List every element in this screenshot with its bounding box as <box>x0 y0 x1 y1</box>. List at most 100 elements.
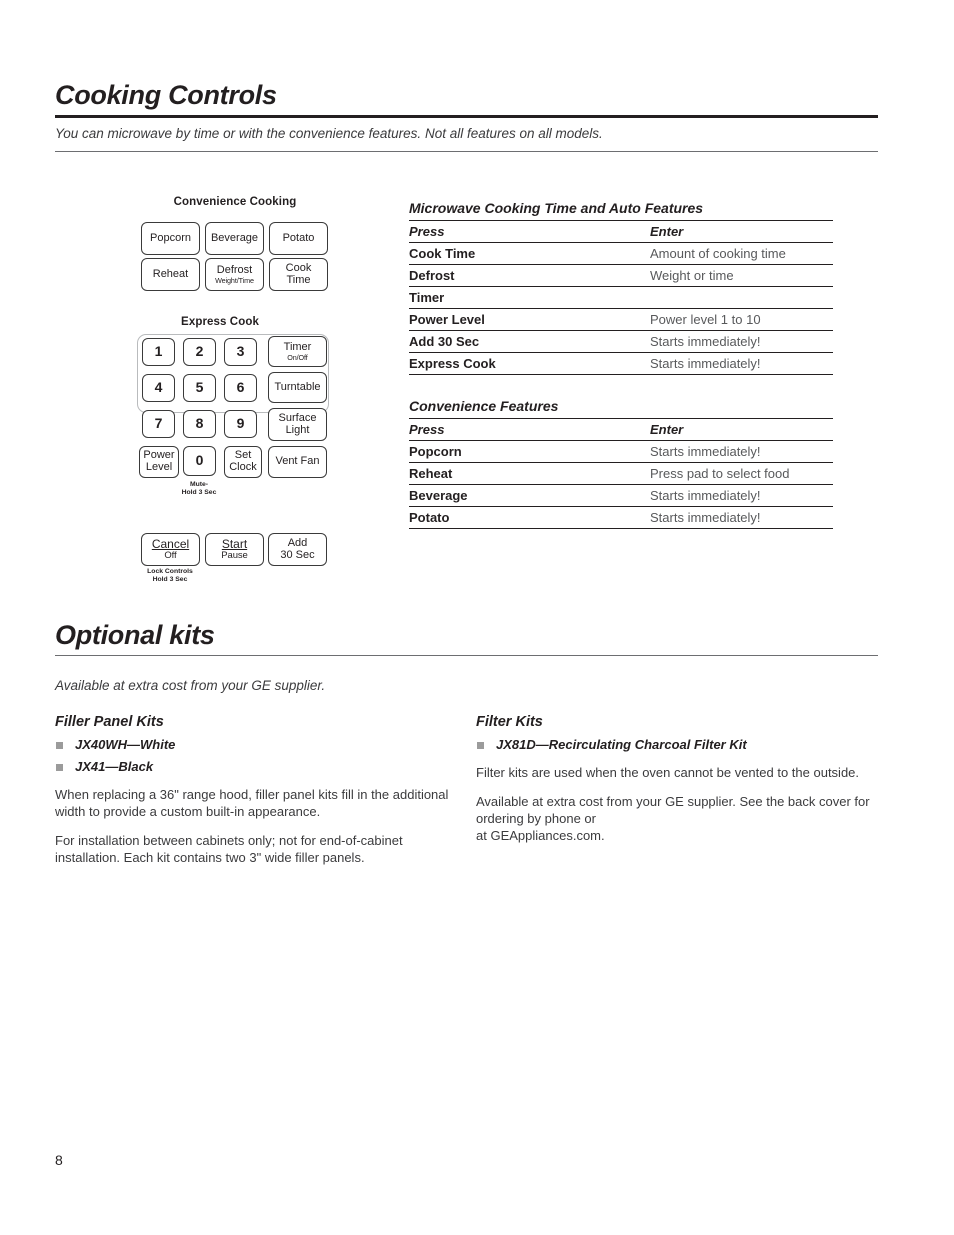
keypad-button-potato[interactable]: Potato <box>269 222 328 255</box>
keypad-key-8[interactable]: 8 <box>183 410 216 438</box>
table-cell-press: Potato <box>409 506 650 529</box>
keypad-button-timer[interactable]: Timer On/Off <box>268 336 327 367</box>
table-row: Cook Time Amount of cooking time <box>409 242 833 265</box>
keypad-button-turntable[interactable]: Turntable <box>268 372 327 403</box>
control-panel-diagram: Convenience Cooking Popcorn Beverage Pot… <box>120 196 350 586</box>
page-number: 8 <box>55 1152 63 1168</box>
express-cook-label: Express Cook <box>181 316 259 328</box>
keypad-button-beverage[interactable]: Beverage <box>205 222 264 255</box>
mute-hold-note: Mute- Hold 3 Sec <box>168 481 230 498</box>
keypad-button-reheat[interactable]: Reheat <box>141 258 200 291</box>
table-cell-enter: Starts immediately! <box>650 440 833 463</box>
lock-controls-note-line1: Lock Controls <box>147 568 193 575</box>
keypad-key-0[interactable]: 0 <box>183 446 216 476</box>
table-cell-enter: Starts immediately! <box>650 506 833 529</box>
manual-page: Cooking Controls You can microwave by ti… <box>0 0 954 1235</box>
keypad-button-defrost[interactable]: Defrost Weight/Time <box>205 258 264 291</box>
list-item-label: JX40WH—White <box>75 737 176 752</box>
page-title-optional-kits: Optional kits <box>55 620 215 650</box>
table-header-row: Press Enter <box>409 220 833 243</box>
table-row: Beverage Starts immediately! <box>409 484 833 507</box>
keypad-button-cancel-off[interactable]: Cancel Off <box>141 533 200 566</box>
mute-hold-note-line1: Mute- <box>189 481 209 488</box>
microwave-features-table-title: Microwave Cooking Time and Auto Features <box>409 200 704 216</box>
keypad-key-6[interactable]: 6 <box>224 374 257 402</box>
subtitle-rule-thin <box>55 151 878 152</box>
keypad-button-cancel-label: Cancel <box>151 536 190 551</box>
keypad-button-vent-fan[interactable]: Vent Fan <box>268 446 327 478</box>
lock-controls-note-line2: Hold 3 Sec <box>152 576 188 584</box>
table-cell-enter: Starts immediately! <box>650 484 833 507</box>
table-cell-enter: Press pad to select food <box>650 462 833 485</box>
keypad-key-6-label: 6 <box>236 379 245 396</box>
keypad-button-surface-light[interactable]: Surface Light <box>268 408 327 441</box>
table-cell-press: Express Cook <box>409 352 650 375</box>
square-bullet-icon <box>477 742 484 749</box>
keypad-button-reheat-label: Reheat <box>152 267 189 280</box>
keypad-button-add-30-sec-label: Add <box>287 536 308 549</box>
table-row: Defrost Weight or time <box>409 264 833 287</box>
table-cell-enter: Amount of cooking time <box>650 242 833 265</box>
filler-panel-paragraph-2: For installation between cabinets only; … <box>55 833 403 866</box>
keypad-button-defrost-label: Defrost <box>216 263 253 276</box>
table-header-enter: Enter <box>650 418 833 441</box>
square-bullet-icon <box>56 764 63 771</box>
table-header-press: Press <box>409 220 650 243</box>
filler-panel-kits-column: Filler Panel Kits JX40WH—White JX41—Blac… <box>55 700 455 867</box>
table-header-row: Press Enter <box>409 418 833 441</box>
keypad-key-2[interactable]: 2 <box>183 338 216 366</box>
microwave-features-table: Press Enter Cook Time Amount of cooking … <box>409 220 833 375</box>
keypad-button-cook-time[interactable]: Cook Time <box>269 258 328 291</box>
keypad-button-start-pause[interactable]: Start Pause <box>205 533 264 566</box>
cooking-controls-section-header: Cooking Controls You can microwave by ti… <box>55 82 878 152</box>
keypad-key-7[interactable]: 7 <box>142 410 175 438</box>
list-item-label: JX41—Black <box>75 759 154 774</box>
keypad-key-9[interactable]: 9 <box>224 410 257 438</box>
keypad-button-beverage-label: Beverage <box>210 231 259 244</box>
keypad-key-1[interactable]: 1 <box>142 338 175 366</box>
keypad-button-cook-time-sublabel: Time <box>286 273 311 286</box>
keypad-button-surface-light-sublabel: Light <box>285 423 310 436</box>
microwave-features-table-wrapper: Microwave Cooking Time and Auto Features… <box>409 200 833 375</box>
keypad-button-add-30-sec[interactable]: Add 30 Sec <box>268 533 327 566</box>
keypad-button-set-clock-sublabel: Clock <box>229 461 257 473</box>
table-row: Timer <box>409 286 833 309</box>
keypad-button-power-level[interactable]: Power Level <box>139 446 179 478</box>
table-cell-press: Defrost <box>409 264 650 287</box>
page-title-cooking-controls: Cooking Controls <box>55 80 277 110</box>
table-row: Add 30 Sec Starts immediately! <box>409 330 833 353</box>
table-cell-press: Power Level <box>409 308 650 331</box>
keypad-key-3-label: 3 <box>236 343 245 360</box>
keypad-button-popcorn[interactable]: Popcorn <box>141 222 200 255</box>
keypad-key-3[interactable]: 3 <box>224 338 257 366</box>
table-cell-press: Reheat <box>409 462 650 485</box>
table-cell-enter: Power level 1 to 10 <box>650 308 833 331</box>
table-header-enter: Enter <box>650 220 833 243</box>
keypad-button-timer-sublabel: On/Off <box>287 352 308 362</box>
table-cell-press: Add 30 Sec <box>409 330 650 353</box>
keypad-key-7-label: 7 <box>154 415 163 432</box>
filter-kits-paragraph-2: Available at extra cost from your GE sup… <box>476 794 870 844</box>
filter-kits-paragraph-1: Filter kits are used when the oven canno… <box>476 765 860 780</box>
table-cell-press: Popcorn <box>409 440 650 463</box>
keypad-key-5[interactable]: 5 <box>183 374 216 402</box>
lock-controls-note: Lock Controls Hold 3 Sec <box>130 568 210 585</box>
keypad-button-start-sublabel: Pause <box>221 549 248 561</box>
list-item: JX81D—Recirculating Charcoal Filter Kit <box>476 737 881 752</box>
filter-kits-heading: Filter Kits <box>476 714 543 730</box>
keypad-button-popcorn-label: Popcorn <box>150 231 191 244</box>
table-cell-enter: Weight or time <box>650 264 833 287</box>
keypad-button-cancel-sublabel: Off <box>164 549 177 561</box>
optional-kits-availability: Available at extra cost from your GE sup… <box>55 678 326 693</box>
table-cell-press: Cook Time <box>409 242 650 265</box>
keypad-key-2-label: 2 <box>195 343 204 360</box>
list-item: JX41—Black <box>55 759 455 774</box>
keypad-button-set-clock[interactable]: Set Clock <box>224 446 262 478</box>
convenience-features-table-title: Convenience Features <box>409 398 559 414</box>
filler-panel-paragraph-1: When replacing a 36" range hood, filler … <box>55 787 449 820</box>
table-cell-enter: Starts immediately! <box>650 352 833 375</box>
table-row: Express Cook Starts immediately! <box>409 352 833 375</box>
keypad-button-cook-time-label: Cook <box>285 261 312 274</box>
keypad-key-4[interactable]: 4 <box>142 374 175 402</box>
convenience-features-table: Press Enter Popcorn Starts immediately! … <box>409 418 833 529</box>
